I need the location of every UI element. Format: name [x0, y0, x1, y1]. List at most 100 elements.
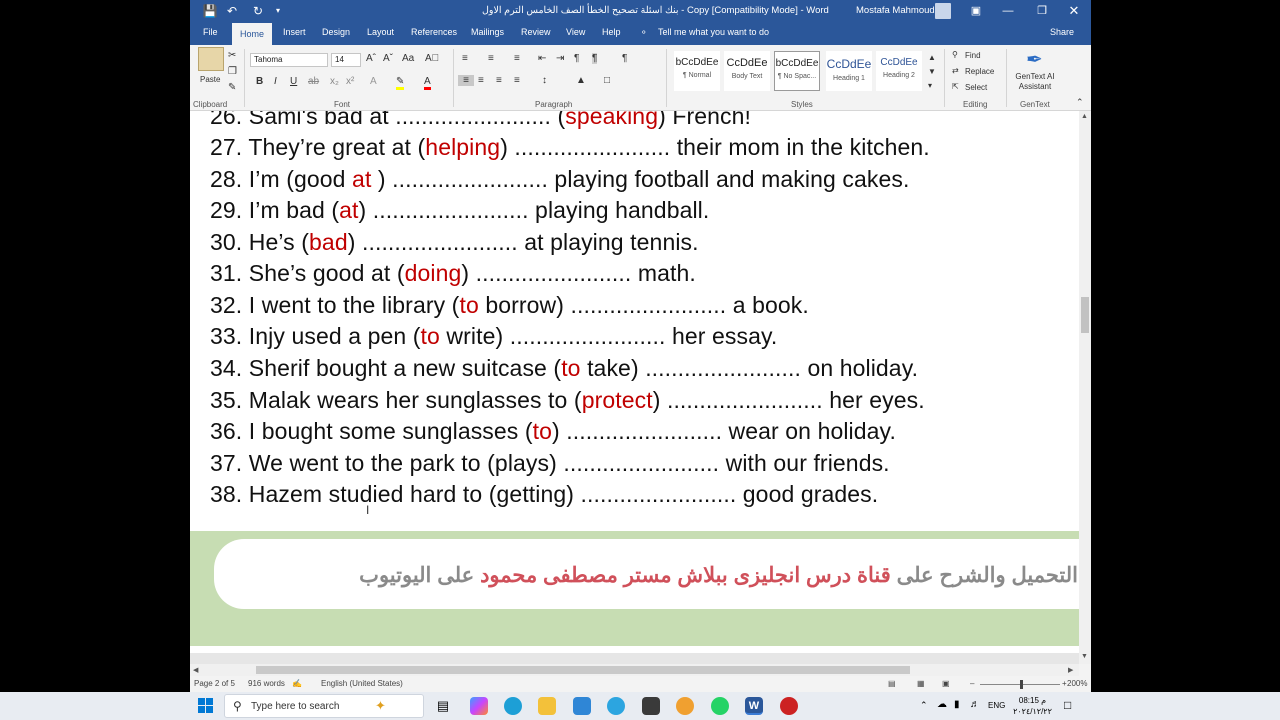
tab-view[interactable]: View	[566, 27, 585, 37]
replace-icon[interactable]: ⇄	[952, 66, 959, 75]
read-mode-icon[interactable]: ▤	[888, 679, 896, 688]
strikethrough-icon[interactable]: ab	[308, 76, 319, 87]
avatar[interactable]	[935, 3, 951, 19]
page-count[interactable]: Page 2 of 5	[194, 679, 235, 688]
style-heading-2[interactable]: CcDdEe Heading 2	[876, 51, 922, 91]
tab-home[interactable]: Home	[232, 23, 272, 45]
rtl-icon[interactable]: ¶	[592, 53, 598, 64]
language-status[interactable]: English (United States)	[321, 679, 403, 688]
file-explorer-icon[interactable]	[538, 697, 556, 715]
scroll-up-icon[interactable]: ▲	[1081, 113, 1088, 120]
tab-mailings[interactable]: Mailings	[471, 27, 504, 37]
style-normal[interactable]: bCcDdEe ¶ Normal	[674, 51, 720, 91]
show-hide-icon[interactable]: ¶	[622, 53, 627, 64]
ribbon-display-options-icon[interactable]: ▣	[960, 0, 992, 22]
share-button[interactable]: Share	[1050, 27, 1074, 37]
tab-help[interactable]: Help	[602, 27, 621, 37]
tab-review[interactable]: Review	[521, 27, 551, 37]
grow-font-icon[interactable]: Aˆ	[366, 53, 376, 64]
bold-icon[interactable]: B	[256, 76, 263, 87]
whatsapp-icon[interactable]	[711, 697, 729, 715]
gentext-assistant-button[interactable]: GenText AI Assistant	[1012, 72, 1058, 92]
find-icon[interactable]: ⚲	[952, 50, 958, 59]
vertical-scrollbar[interactable]: ▲ ▼	[1079, 111, 1091, 664]
increase-indent-icon[interactable]: ⇥	[556, 53, 564, 64]
edge-icon[interactable]	[504, 697, 522, 715]
telegram-icon[interactable]	[607, 697, 625, 715]
close-icon[interactable]: ✕	[1058, 0, 1090, 22]
text-effects-icon[interactable]: A	[370, 76, 377, 87]
find-button[interactable]: Find	[965, 51, 981, 60]
select-button[interactable]: Select	[965, 83, 987, 92]
minimize-icon[interactable]: —	[992, 0, 1024, 22]
copy-icon[interactable]: ❐	[228, 66, 237, 77]
underline-icon[interactable]: U	[290, 76, 297, 87]
paste-icon[interactable]	[198, 47, 224, 71]
style-body-text[interactable]: CcDdEe Body Text	[724, 51, 770, 91]
font-size-combo[interactable]: 14	[331, 53, 361, 67]
print-layout-icon[interactable]: ▦	[917, 679, 925, 688]
multilevel-list-icon[interactable]: ≡	[514, 53, 520, 64]
scroll-down-icon[interactable]: ▼	[1081, 653, 1088, 660]
save-icon[interactable]: 💾	[202, 3, 218, 19]
italic-icon[interactable]: I	[274, 76, 277, 87]
horizontal-scrollbar[interactable]: ◀ ▶	[190, 664, 1079, 676]
decrease-indent-icon[interactable]: ⇤	[538, 53, 546, 64]
notifications-icon[interactable]: □	[1064, 698, 1071, 712]
store-icon[interactable]	[642, 697, 660, 715]
justify-icon[interactable]: ≡	[514, 75, 520, 86]
zoom-out-icon[interactable]: –	[970, 679, 974, 688]
windows-start-icon[interactable]	[198, 698, 214, 714]
superscript-icon[interactable]: x²	[346, 76, 354, 87]
word-count[interactable]: 916 words	[248, 679, 285, 688]
styles-more-icon[interactable]: ▾	[928, 81, 932, 90]
align-left-icon[interactable]: ≡	[458, 75, 474, 86]
cut-icon[interactable]: ✂	[228, 50, 236, 61]
style-heading-1[interactable]: CcDdEe Heading 1	[826, 51, 872, 91]
tell-me-search[interactable]: Tell me what you want to do	[658, 27, 769, 37]
scroll-left-icon[interactable]: ◀	[193, 666, 198, 674]
network-icon[interactable]: ☁	[937, 699, 947, 710]
tab-references[interactable]: References	[411, 27, 457, 37]
tray-chevron-icon[interactable]: ⌃	[920, 700, 928, 711]
collapse-ribbon-icon[interactable]: ⌃	[1076, 97, 1084, 108]
tab-file[interactable]: File	[203, 27, 218, 37]
user-name[interactable]: Mostafa Mahmoud	[856, 5, 935, 16]
gentext-pen-icon[interactable]: ✒	[1026, 47, 1043, 72]
replace-button[interactable]: Replace	[965, 67, 994, 76]
zoom-in-icon[interactable]: +	[1062, 679, 1067, 688]
task-view-icon[interactable]: ▤	[434, 697, 452, 715]
copilot-icon[interactable]	[470, 697, 488, 715]
numbering-icon[interactable]: ≡	[488, 53, 494, 64]
vertical-scroll-thumb[interactable]	[1081, 297, 1089, 333]
clock[interactable]: 08:15 م ٢٠٢٤/١٢/٢٢	[1010, 695, 1055, 717]
scroll-right-icon[interactable]: ▶	[1068, 666, 1073, 674]
borders-icon[interactable]: □	[604, 75, 610, 86]
horizontal-scroll-thumb[interactable]	[256, 666, 910, 674]
tab-design[interactable]: Design	[322, 27, 350, 37]
restore-icon[interactable]: ❐	[1026, 0, 1058, 22]
format-painter-icon[interactable]: ✎	[228, 82, 236, 93]
mail-icon[interactable]	[573, 697, 591, 715]
shading-icon[interactable]: ▲	[576, 75, 586, 86]
styles-scroll-up-icon[interactable]: ▲	[928, 53, 936, 62]
ltr-icon[interactable]: ¶	[574, 53, 579, 64]
paste-button[interactable]: Paste	[200, 75, 220, 84]
tab-insert[interactable]: Insert	[283, 27, 306, 37]
center-icon[interactable]: ≡	[478, 75, 484, 86]
highlight-icon[interactable]: ✎	[396, 76, 405, 90]
customize-quick-access-icon[interactable]: ▾	[270, 3, 286, 19]
styles-scroll-down-icon[interactable]: ▼	[928, 67, 936, 76]
clear-formatting-icon[interactable]: A⃠	[425, 53, 439, 64]
proofing-icon[interactable]: ✍	[292, 679, 302, 688]
word-taskbar-icon[interactable]: W	[745, 697, 763, 715]
redo-icon[interactable]: ↻	[250, 3, 266, 19]
font-color-icon[interactable]: A	[424, 76, 431, 90]
line-spacing-icon[interactable]: ↕	[542, 75, 547, 86]
taskbar-search[interactable]: ⚲ Type here to search ✦	[224, 694, 424, 718]
undo-icon[interactable]: ↶	[224, 3, 240, 19]
bullets-icon[interactable]: ≡	[462, 53, 468, 64]
web-layout-icon[interactable]: ▣	[942, 679, 950, 688]
chrome-icon[interactable]	[676, 697, 694, 715]
zoom-level[interactable]: 200%	[1067, 679, 1087, 688]
